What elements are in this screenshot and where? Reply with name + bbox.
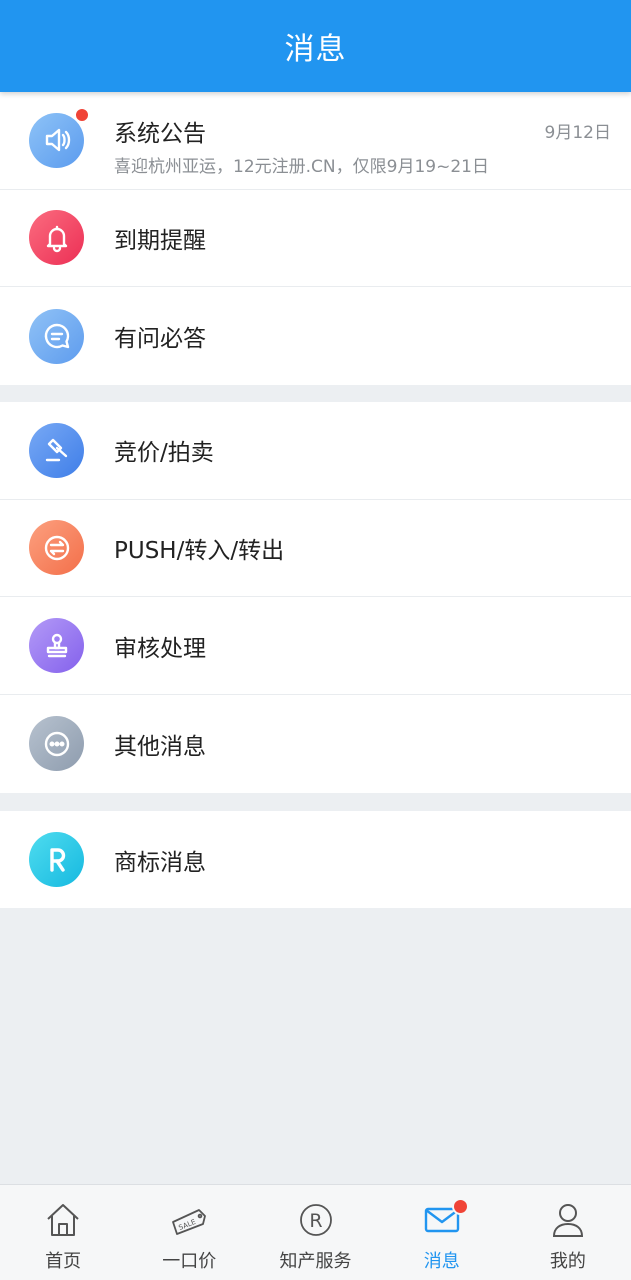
row-title: 竞价/拍卖 bbox=[114, 440, 214, 467]
unread-dot bbox=[74, 106, 90, 123]
row-title: 其他消息 bbox=[114, 733, 206, 760]
message-row-review[interactable]: 审核处理 bbox=[0, 597, 631, 695]
tab-fixed-price[interactable]: SALE 一口价 bbox=[126, 1185, 252, 1280]
home-icon bbox=[42, 1199, 84, 1241]
row-subtitle: 喜迎杭州亚运，12元注册.CN，仅限9月19~21日 bbox=[114, 157, 489, 177]
message-row-qa[interactable]: 有问必答 bbox=[0, 287, 631, 385]
message-row-system-notice[interactable]: 系统公告 喜迎杭州亚运，12元注册.CN，仅限9月19~21日 9月12日 bbox=[0, 92, 631, 190]
tab-profile[interactable]: 我的 bbox=[505, 1185, 631, 1280]
tab-label: 消息 bbox=[423, 1251, 460, 1272]
row-title: 有问必答 bbox=[114, 326, 206, 353]
tab-label: 我的 bbox=[549, 1251, 586, 1272]
row-date: 9月12日 bbox=[544, 123, 611, 143]
tab-home[interactable]: 首页 bbox=[0, 1185, 126, 1280]
row-title: 系统公告 bbox=[114, 121, 206, 147]
mail-icon bbox=[421, 1198, 469, 1241]
speaker-icon bbox=[29, 106, 90, 168]
tab-label: 一口价 bbox=[162, 1251, 217, 1272]
message-row-expiry[interactable]: 到期提醒 bbox=[0, 190, 631, 288]
stamp-icon bbox=[29, 618, 84, 674]
sale-tag-icon: SALE bbox=[168, 1199, 210, 1241]
trademark-r-icon bbox=[29, 832, 84, 887]
row-title: PUSH/转入/转出 bbox=[114, 537, 285, 564]
bell-icon bbox=[29, 210, 84, 266]
row-title: 商标消息 bbox=[114, 849, 206, 876]
gavel-icon bbox=[29, 422, 84, 478]
tab-ip-services[interactable]: R 知产服务 bbox=[252, 1185, 378, 1280]
page-title: 消息 bbox=[284, 32, 347, 67]
tab-label: 首页 bbox=[45, 1251, 82, 1272]
row-title: 到期提醒 bbox=[114, 227, 206, 254]
chat-icon bbox=[29, 308, 84, 364]
tab-messages[interactable]: 消息 bbox=[379, 1185, 505, 1280]
app-header: 消息 bbox=[0, 0, 631, 92]
user-icon bbox=[547, 1199, 589, 1241]
message-group-2: 竞价/拍卖 PUSH/转入/转出 审核处理 其他消息 bbox=[0, 402, 631, 793]
bottom-tab-bar: 首页 SALE 一口价 R 知产服务 消息 我的 bbox=[0, 1184, 631, 1280]
message-row-trademark[interactable]: 商标消息 bbox=[0, 811, 631, 908]
message-row-auction[interactable]: 竞价/拍卖 bbox=[0, 402, 631, 500]
message-group-1: 系统公告 喜迎杭州亚运，12元注册.CN，仅限9月19~21日 9月12日 到期… bbox=[0, 92, 631, 385]
message-group-3: 商标消息 bbox=[0, 811, 631, 908]
more-icon bbox=[29, 716, 84, 772]
unread-badge bbox=[451, 1198, 469, 1215]
transfer-icon bbox=[29, 520, 84, 576]
row-title: 审核处理 bbox=[114, 635, 206, 662]
svg-text:R: R bbox=[309, 1210, 322, 1232]
message-row-push-transfer[interactable]: PUSH/转入/转出 bbox=[0, 500, 631, 598]
registered-icon: R bbox=[295, 1199, 337, 1241]
message-row-other[interactable]: 其他消息 bbox=[0, 695, 631, 793]
tab-label: 知产服务 bbox=[279, 1251, 352, 1272]
